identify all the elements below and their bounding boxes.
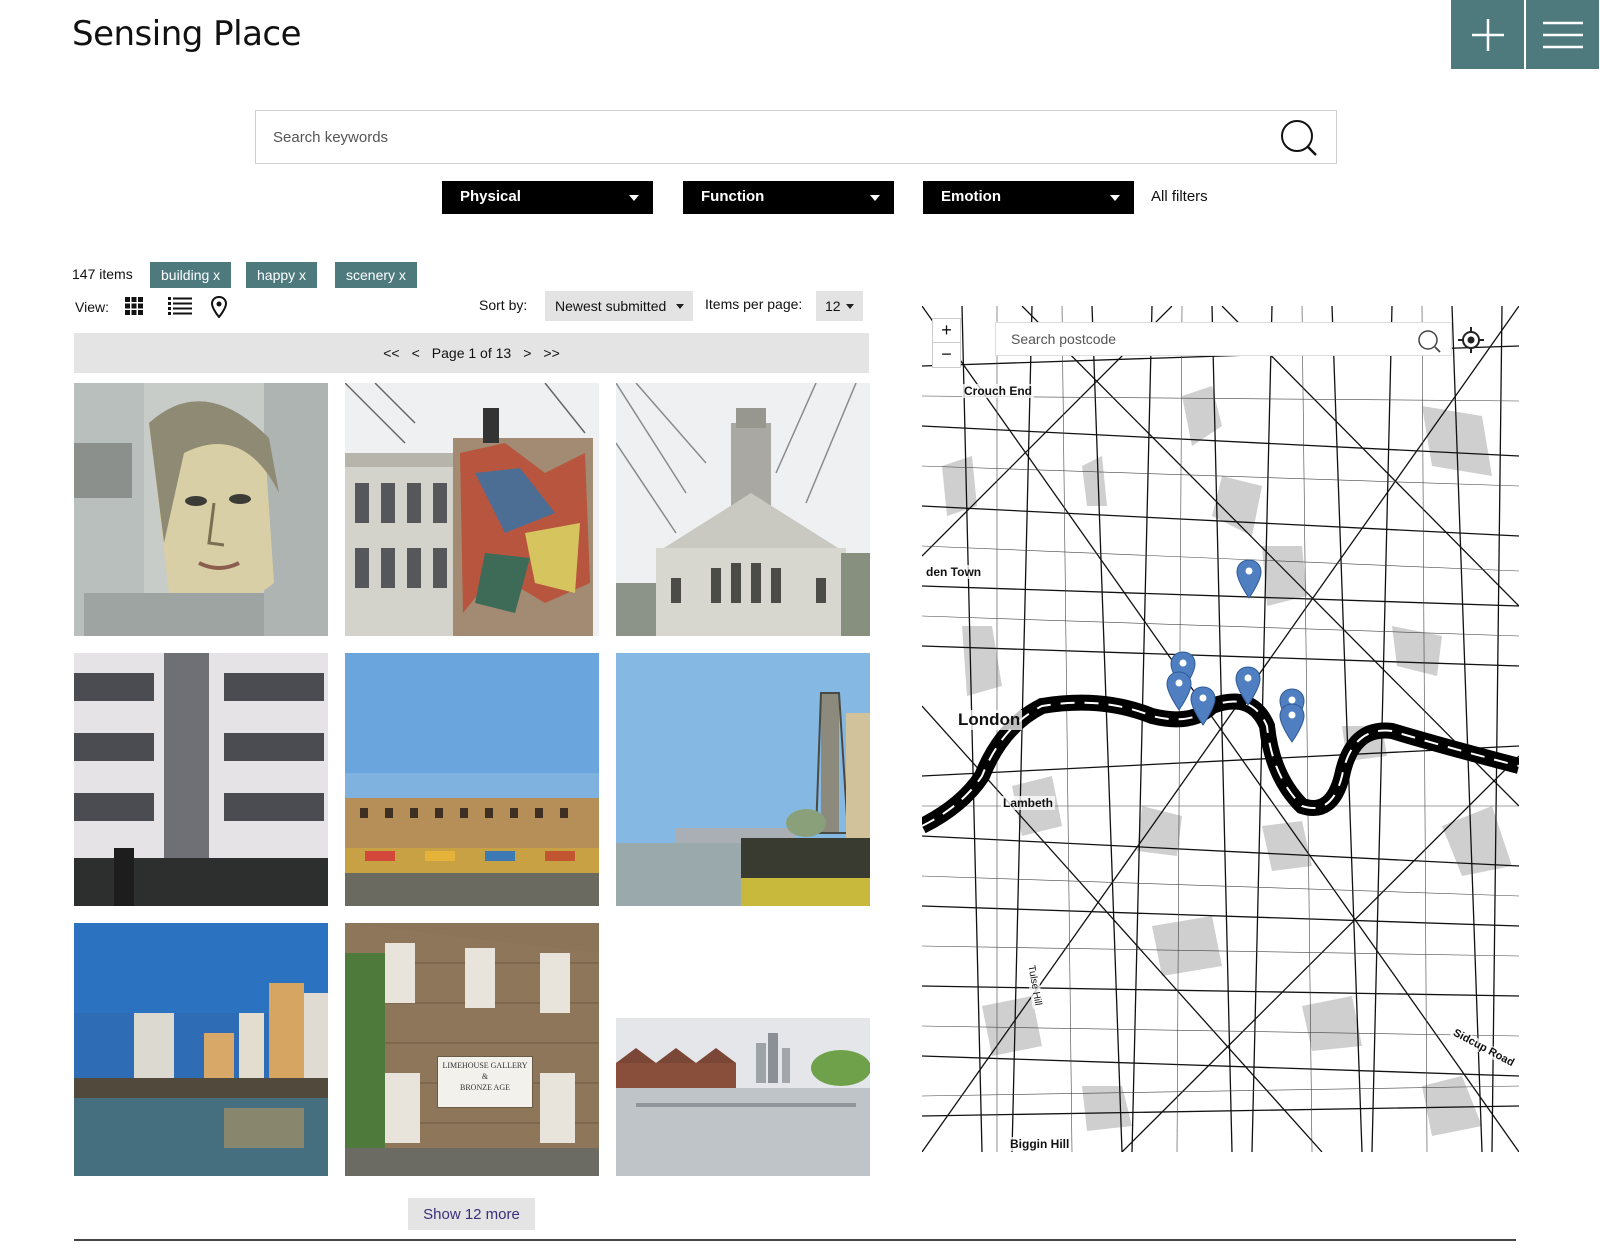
plus-icon — [1471, 18, 1504, 51]
filter-emotion-label: Emotion — [941, 188, 1001, 205]
map-label-crouch-end: Crouch End — [962, 384, 1034, 398]
chevron-down-icon — [1110, 195, 1120, 201]
next-page-link[interactable]: > — [523, 345, 531, 361]
all-filters-link[interactable]: All filters — [1151, 188, 1208, 205]
gallery-image-mural-building[interactable] — [345, 383, 599, 636]
prev-page-link[interactable]: < — [412, 345, 420, 361]
page-indicator: Page 1 of 13 — [431, 345, 512, 361]
gallery-sign-line-2: & — [481, 1072, 489, 1081]
gallery-image-modern-building[interactable] — [74, 653, 328, 906]
filter-function-label: Function — [701, 188, 765, 205]
site-title[interactable]: Sensing Place — [72, 14, 302, 54]
gallery-sign-line-3: BRONZE AGE — [460, 1083, 510, 1092]
divider — [74, 1239, 1516, 1241]
filter-emotion-dropdown[interactable]: Emotion — [923, 181, 1134, 214]
postcode-search-input[interactable] — [996, 323, 1451, 355]
tag-scenery[interactable]: scenery x — [335, 262, 417, 288]
add-button[interactable] — [1451, 0, 1524, 69]
filter-physical-label: Physical — [460, 188, 521, 205]
items-per-page-value: 12 — [825, 298, 841, 314]
gallery-image-river-canary-wharf[interactable] — [616, 923, 870, 1176]
map-zoom-control: + − — [932, 318, 961, 368]
map-postcode-search — [995, 322, 1452, 356]
tag-building[interactable]: building x — [150, 262, 232, 288]
chevron-down-icon — [846, 304, 854, 309]
gallery-sign: LIMEHOUSE GALLERY & BRONZE AGE — [437, 1056, 533, 1108]
items-per-page-label: Items per page: — [705, 296, 803, 312]
menu-button[interactable] — [1526, 0, 1599, 69]
tag-happy[interactable]: happy x — [246, 262, 318, 288]
gallery-image-marina[interactable] — [74, 923, 328, 1176]
grid-view-icon[interactable] — [124, 296, 144, 316]
gallery-image-dock-warehouses[interactable] — [345, 653, 599, 906]
map-label-biggin-hill: Biggin Hill — [1008, 1137, 1072, 1151]
locate-icon[interactable] — [1458, 327, 1484, 353]
search-icon[interactable] — [1417, 329, 1441, 353]
map-pin[interactable] — [1235, 666, 1261, 706]
map-pin[interactable] — [1279, 703, 1305, 743]
items-per-page-select[interactable]: 12 — [816, 291, 863, 321]
zoom-in-button[interactable]: + — [933, 319, 960, 343]
chevron-down-icon — [676, 304, 684, 309]
filter-function-dropdown[interactable]: Function — [683, 181, 894, 214]
map-label-camden-town: den Town — [924, 565, 984, 579]
first-page-link[interactable]: << — [383, 345, 399, 361]
sort-selected-value: Newest submitted — [555, 298, 667, 314]
pagination-bar: << < Page 1 of 13 > >> — [74, 333, 869, 373]
map-pin[interactable] — [1190, 686, 1216, 726]
sort-label: Sort by: — [479, 297, 528, 313]
map-pin-view-icon[interactable] — [211, 296, 227, 318]
chevron-down-icon — [870, 195, 880, 201]
hamburger-menu-icon — [1542, 21, 1583, 48]
gallery-sign-line-1: LIMEHOUSE GALLERY — [442, 1061, 528, 1070]
view-label: View: — [75, 299, 109, 315]
chevron-down-icon — [629, 195, 639, 201]
keyword-search — [255, 110, 1337, 164]
search-icon[interactable] — [1280, 119, 1318, 157]
filter-physical-dropdown[interactable]: Physical — [442, 181, 653, 214]
result-count: 147 items — [72, 266, 133, 282]
map-pin[interactable] — [1166, 671, 1192, 711]
map-label-lambeth: Lambeth — [1001, 796, 1056, 810]
map-label-london: London — [956, 710, 1023, 730]
gallery-image-limehouse-gallery[interactable]: LIMEHOUSE GALLERY & BRONZE AGE — [345, 923, 599, 1176]
sort-select[interactable]: Newest submitted — [545, 291, 693, 321]
search-input[interactable] — [256, 111, 1336, 163]
zoom-out-button[interactable]: − — [933, 343, 960, 367]
show-more-button[interactable]: Show 12 more — [408, 1198, 535, 1230]
gallery-image-church[interactable] — [616, 383, 870, 636]
last-page-link[interactable]: >> — [543, 345, 559, 361]
list-view-icon[interactable] — [168, 296, 192, 316]
map-pin[interactable] — [1236, 559, 1262, 599]
gallery-image-river-view[interactable] — [616, 653, 870, 906]
gallery-image-mural-portrait[interactable] — [74, 383, 328, 636]
